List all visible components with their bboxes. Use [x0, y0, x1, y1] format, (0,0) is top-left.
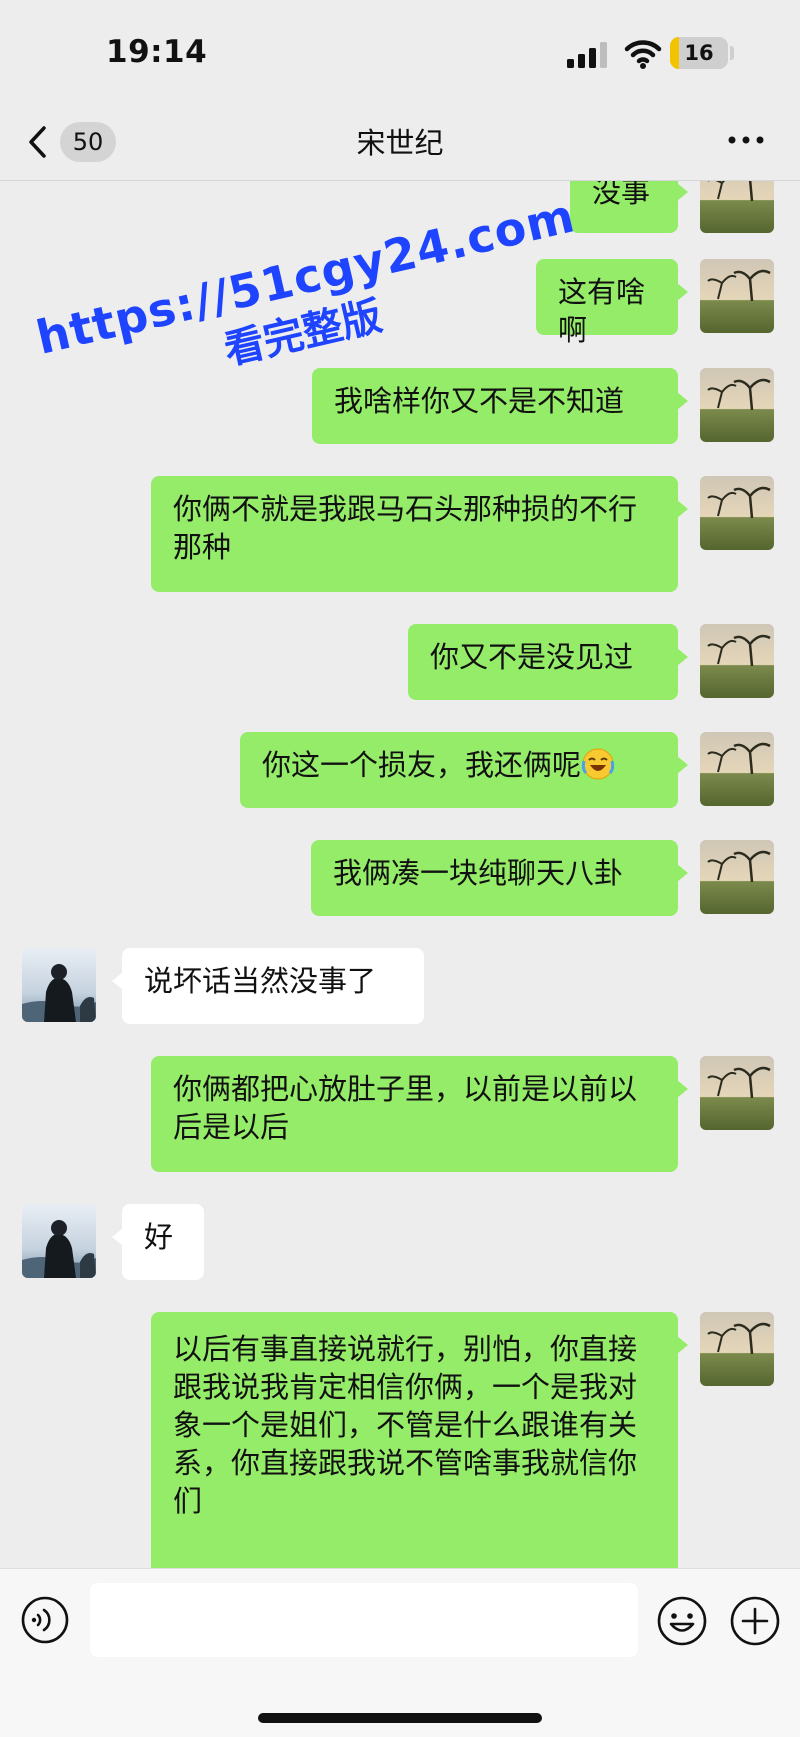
message-row: 你这一个损友，我还俩呢	[0, 732, 800, 814]
incoming-message-bubble[interactable]: 好	[112, 1204, 204, 1280]
outgoing-message-bubble[interactable]: 你这一个损友，我还俩呢	[240, 732, 688, 808]
outgoing-message-bubble[interactable]: 你又不是没见过	[408, 624, 688, 700]
signal-icon	[567, 42, 607, 68]
contact-avatar[interactable]	[22, 948, 96, 1022]
my-avatar[interactable]	[700, 1312, 774, 1386]
battery-cap	[730, 46, 734, 60]
message-text: 我啥样你又不是不知道	[334, 384, 625, 418]
my-avatar[interactable]	[700, 840, 774, 914]
my-avatar[interactable]	[700, 368, 774, 442]
message-text: 没事	[592, 181, 651, 209]
my-avatar[interactable]	[700, 732, 774, 806]
chat-title: 宋世纪	[356, 126, 444, 160]
message-text: 好	[144, 1220, 174, 1254]
plus-icon[interactable]	[729, 1595, 781, 1647]
emoji-icon[interactable]	[656, 1595, 708, 1647]
message-text: 你俩都把心放肚子里，以前是以前以后是以后	[173, 1072, 638, 1144]
message-row: 你俩不就是我跟马石头那种损的不行那种	[0, 476, 800, 594]
my-avatar[interactable]	[700, 181, 774, 233]
message-text: 你俩不就是我跟马石头那种损的不行那种	[173, 492, 638, 564]
status-time: 19:14	[106, 34, 208, 70]
message-text: 你这一个损友，我还俩呢	[262, 748, 582, 782]
message-row: 以后有事直接说就行，别怕，你直接跟我说我肯定相信你俩，一个是我对象一个是姐们，不…	[0, 1312, 800, 1568]
message-input[interactable]	[90, 1583, 638, 1657]
contact-avatar[interactable]	[22, 1204, 96, 1278]
my-avatar[interactable]	[700, 1056, 774, 1130]
back-chevron-icon	[29, 126, 46, 158]
outgoing-message-bubble[interactable]: 你俩都把心放肚子里，以前是以前以后是以后	[151, 1056, 688, 1172]
message-text: 我俩凑一块纯聊天八卦	[333, 856, 624, 890]
my-avatar[interactable]	[700, 259, 774, 333]
my-avatar[interactable]	[700, 476, 774, 550]
my-avatar[interactable]	[700, 624, 774, 698]
voice-icon[interactable]	[20, 1595, 70, 1645]
message-row: 说坏话当然没事了	[0, 948, 800, 1030]
message-row: 你又不是没见过	[0, 624, 800, 706]
message-row: 你俩都把心放肚子里，以前是以前以后是以后	[0, 1056, 800, 1174]
message-text: 这有啥啊	[558, 275, 646, 347]
message-row: 好	[0, 1204, 800, 1286]
more-icon[interactable]	[726, 132, 766, 148]
outgoing-message-bubble[interactable]: 以后有事直接说就行，别怕，你直接跟我说我肯定相信你俩，一个是我对象一个是姐们，不…	[151, 1312, 688, 1568]
outgoing-message-bubble[interactable]: 我啥样你又不是不知道	[312, 368, 688, 444]
chat-header: 50 宋世纪	[0, 104, 800, 181]
wifi-icon	[624, 40, 662, 69]
message-text: 以后有事直接说就行，别怕，你直接跟我说我肯定相信你俩，一个是我对象一个是姐们，不…	[173, 1332, 638, 1518]
message-text: 说坏话当然没事了	[144, 964, 377, 998]
status-bar: 19:14 16	[0, 0, 800, 104]
input-bar	[0, 1568, 800, 1737]
incoming-message-bubble[interactable]: 说坏话当然没事了	[112, 948, 424, 1024]
message-text: 你又不是没见过	[430, 640, 634, 674]
message-row: 我俩凑一块纯聊天八卦	[0, 840, 800, 922]
battery-level-text: 16	[684, 41, 714, 65]
laughing-crying-emoji	[581, 748, 615, 780]
outgoing-message-bubble[interactable]: 你俩不就是我跟马石头那种损的不行那种	[151, 476, 688, 592]
outgoing-message-bubble[interactable]: 我俩凑一块纯聊天八卦	[311, 840, 688, 916]
unread-count-badge: 50	[60, 122, 116, 162]
outgoing-message-bubble[interactable]: 没事	[570, 181, 688, 233]
back-button[interactable]: 50	[26, 118, 118, 166]
battery-indicator: 16	[670, 37, 728, 69]
home-indicator[interactable]	[258, 1713, 542, 1723]
